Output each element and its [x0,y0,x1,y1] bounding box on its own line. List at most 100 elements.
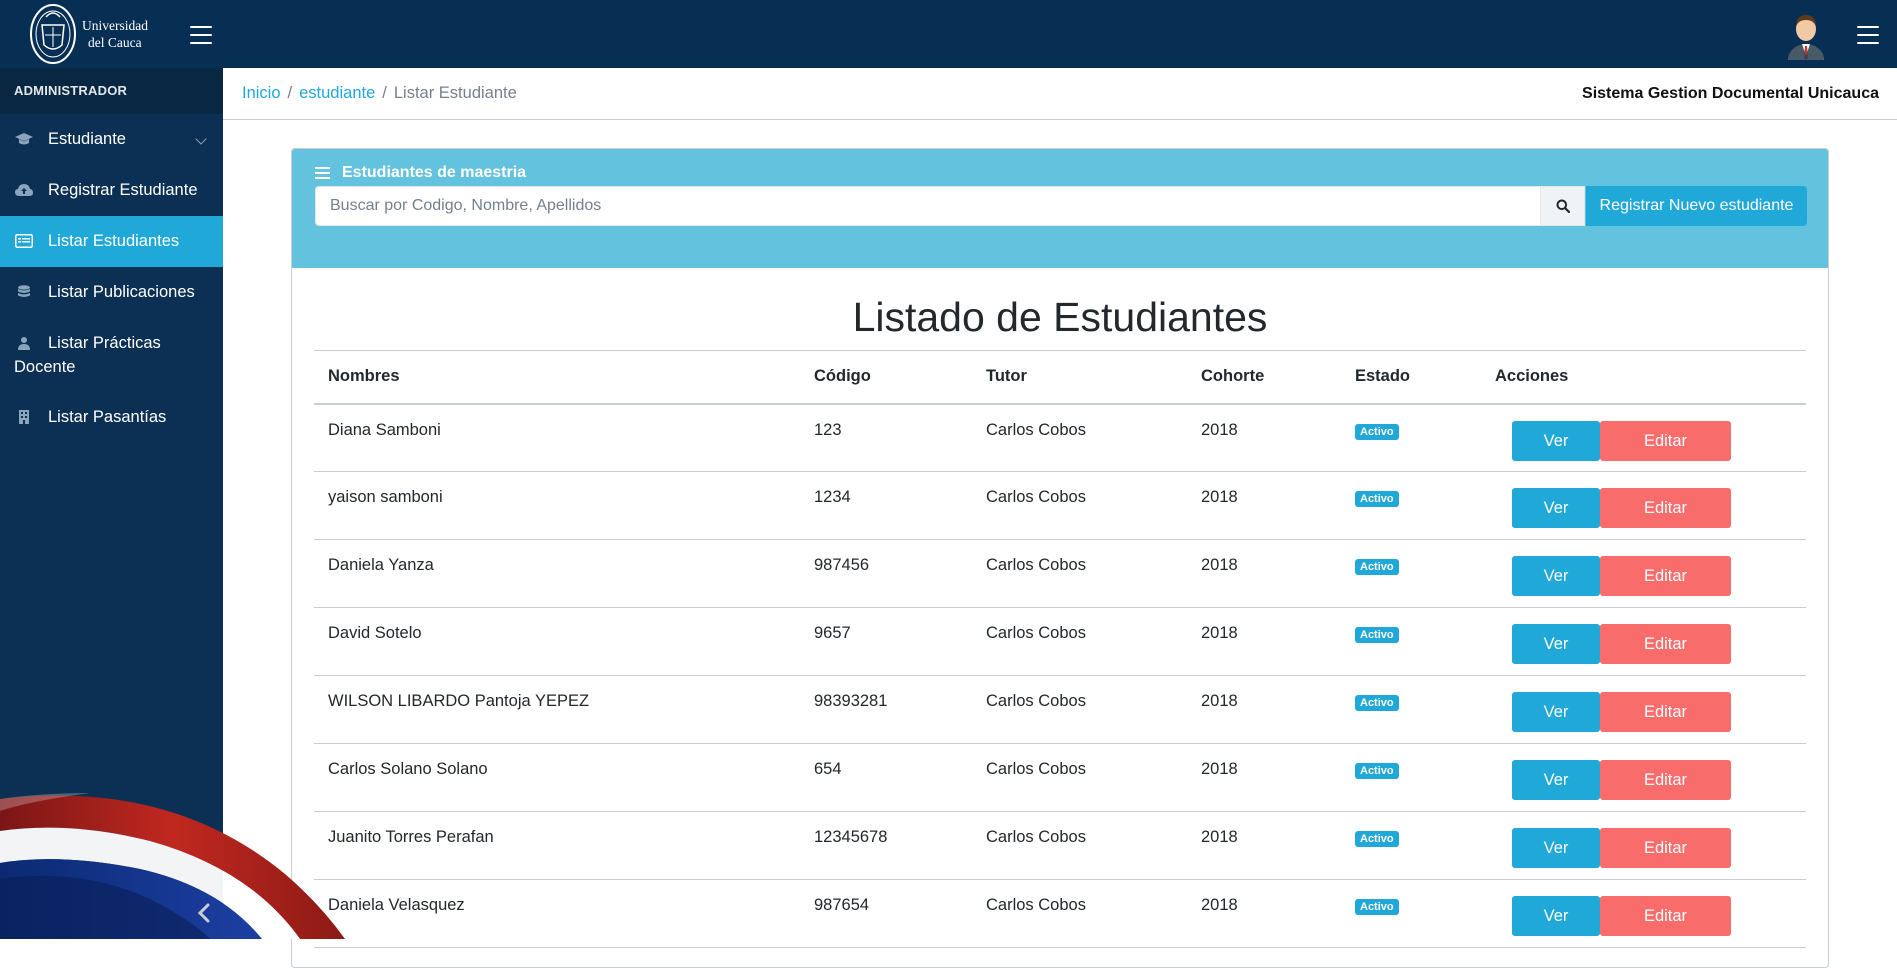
cell-status: Activo [1341,811,1481,880]
cell-code: 98393281 [800,675,972,744]
column-header-estado[interactable]: Estado [1341,350,1481,405]
search-input[interactable] [315,186,1541,226]
cell-code: 987456 [800,539,972,608]
edit-button[interactable]: Editar [1600,488,1731,528]
cell-name: WILSON LIBARDO Pantoja YEPEZ [314,675,800,744]
cell-actions: Ver Editar [1481,675,1806,744]
cell-code: 9657 [800,607,972,676]
cell-code: 1234 [800,471,972,540]
sidebar-item-label: Listar Estudiantes [48,232,180,250]
cell-status: Activo [1341,675,1481,744]
column-header-tutor[interactable]: Tutor [972,350,1187,405]
teacher-icon [18,337,30,350]
sidebar-item-label: Listar Prácticas Docente [14,334,161,376]
breadcrumb-bar: Inicio / estudiante / Listar Estudiante Sist… [223,68,1897,120]
view-button[interactable]: Ver [1512,420,1600,461]
cell-cohort: 2018 [1187,403,1341,472]
system-name: Sistema Gestion Documental Unicauca [1582,85,1879,102]
column-header-codigo[interactable]: Código [800,350,972,405]
sidebar-item-label: Listar Pasantías [48,408,167,426]
cell-tutor: Carlos Cobos [972,607,1187,676]
breadcrumb-separator: / [382,84,387,102]
sidebar-item-listar-estudiantes[interactable]: Listar Estudiantes [0,216,223,267]
edit-button[interactable]: Editar [1600,760,1731,800]
breadcrumb-estudiante-link[interactable]: estudiante [299,84,375,102]
students-table: Nombres Código Tutor Cohorte Estado Acci… [314,350,1806,948]
edit-button[interactable]: Editar [1600,556,1731,596]
column-header-nombres[interactable]: Nombres [314,350,800,405]
cell-cohort: 2018 [1187,811,1341,880]
sidebar: ADMINISTRADOR Estudiante Registrar Estud… [0,68,223,939]
view-button[interactable]: Ver [1512,896,1600,936]
sidebar-toggle-menu-icon[interactable] [190,26,212,44]
sidebar-title: ADMINISTRADOR [0,68,223,114]
status-badge: Activo [1355,695,1399,711]
cell-code: 987654 [800,879,972,948]
page-title: Listado de Estudiantes [852,294,1268,340]
table-row: Carlos Solano Solano 654 Carlos Cobos 20… [314,743,1806,812]
university-logo[interactable]: Universidad del Cauca [28,2,178,66]
edit-button[interactable]: Editar [1600,624,1731,664]
students-card: Estudiantes de maestria Registrar Nuevo … [291,148,1829,968]
cell-tutor: Carlos Cobos [972,879,1187,948]
logo-line-2: del Cauca [88,35,142,50]
cell-name: yaison samboni [314,471,800,540]
sidebar-item-listar-pasantias[interactable]: Listar Pasantías [0,392,223,443]
table-row: yaison samboni 1234 Carlos Cobos 2018 Ac… [314,471,1806,540]
cell-status: Activo [1341,879,1481,948]
cell-cohort: 2018 [1187,471,1341,540]
table-row: David Sotelo 9657 Carlos Cobos 2018 Acti… [314,607,1806,676]
edit-button[interactable]: Editar [1600,896,1731,936]
view-button[interactable]: Ver [1512,760,1600,800]
cell-tutor: Carlos Cobos [972,471,1187,540]
cell-name: David Sotelo [314,607,800,676]
sidebar-item-listar-practicas-docente[interactable]: Listar Prácticas Docente [0,318,223,392]
view-button[interactable]: Ver [1512,624,1600,664]
status-badge: Activo [1355,423,1399,440]
view-button[interactable]: Ver [1512,828,1600,868]
view-button[interactable]: Ver [1512,488,1600,528]
sidebar-item-listar-publicaciones[interactable]: Listar Publicaciones [0,267,223,318]
top-navbar: Universidad del Cauca [0,0,1897,68]
cloud-upload-icon [15,184,33,196]
edit-button[interactable]: Editar [1600,692,1731,732]
column-header-acciones: Acciones [1481,350,1806,405]
breadcrumb: Inicio / estudiante / Listar Estudiante [242,84,517,103]
edit-button[interactable]: Editar [1600,828,1731,868]
edit-button[interactable]: Editar [1600,420,1731,461]
card-title: Estudiantes de maestria [315,164,526,182]
view-button[interactable]: Ver [1512,692,1600,732]
sidebar-item-registrar-estudiante[interactable]: Registrar Estudiante [0,165,223,216]
cell-tutor: Carlos Cobos [972,675,1187,744]
search-group: Registrar Nuevo estudiante [315,186,1807,226]
cell-tutor: Carlos Cobos [972,539,1187,608]
cell-actions: Ver Editar [1481,879,1806,948]
register-student-button[interactable]: Registrar Nuevo estudiante [1586,186,1807,226]
cell-tutor: Carlos Cobos [972,811,1187,880]
cell-cohort: 2018 [1187,675,1341,744]
view-button[interactable]: Ver [1512,556,1600,596]
cell-status: Activo [1341,607,1481,676]
cell-name: Diana Samboni [314,403,800,472]
table-header-row: Nombres Código Tutor Cohorte Estado Acci… [314,350,1806,405]
aside-menu-icon[interactable] [1857,26,1879,44]
cell-code: 12345678 [800,811,972,880]
column-header-cohorte[interactable]: Cohorte [1187,350,1341,405]
cell-actions: Ver Editar [1481,539,1806,608]
graduation-cap-icon [15,133,33,145]
search-button[interactable] [1541,186,1585,226]
cell-status: Activo [1341,743,1481,812]
cell-code: 123 [800,403,972,472]
sidebar-item-label: Listar Publicaciones [48,283,195,301]
table-row: Juanito Torres Perafan 12345678 Carlos C… [314,811,1806,880]
card-header: Estudiantes de maestria Registrar Nuevo … [292,149,1828,268]
cell-name: Carlos Solano Solano [314,743,800,812]
cell-code: 654 [800,743,972,812]
sidebar-item-estudiante[interactable]: Estudiante [0,114,223,165]
user-avatar-icon[interactable] [1783,8,1829,60]
breadcrumb-inicio-link[interactable]: Inicio [242,84,281,102]
sidebar-minimize-chevron-icon[interactable] [195,901,213,925]
cell-cohort: 2018 [1187,539,1341,608]
cell-tutor: Carlos Cobos [972,743,1187,812]
status-badge: Activo [1355,627,1399,643]
